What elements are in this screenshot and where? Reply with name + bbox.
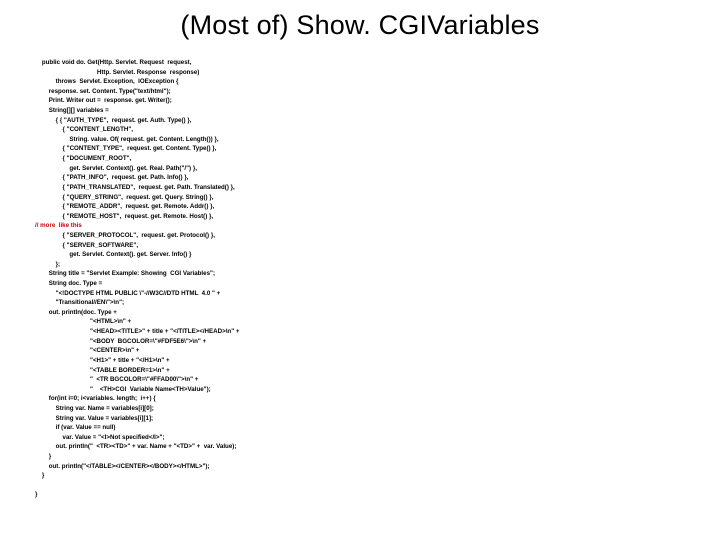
slide-title: (Most of) Show. CGIVariables (0, 10, 720, 41)
code-line: String var. Name = variables[i][0]; (35, 405, 154, 412)
code-line: for(int i=0; i<variables. length; i++) { (35, 395, 156, 402)
code-line: String var. Value = variables[i][1]; (35, 415, 153, 422)
code-line: // more like this (35, 222, 82, 229)
code-line: } (35, 453, 51, 460)
code-line: String doc. Type = (35, 280, 102, 287)
code-line: }; (35, 261, 60, 268)
code-line: out. println(doc. Type + (35, 309, 117, 316)
code-line: { "SERVER_PROTOCOL", request. get. Proto… (35, 232, 215, 239)
code-line: if (var. Value == null) (35, 424, 115, 431)
code-line: "Transitional//EN\">\n"; (35, 299, 124, 306)
code-line: throws Servlet. Exception, IOException { (35, 78, 178, 85)
code-line: out. println("</TABLE></CENTER></BODY></… (35, 463, 210, 470)
code-line: String title = "Servlet Example: Showing… (35, 270, 215, 277)
code-line: String. value. Of( request. get. Content… (35, 136, 219, 143)
code-line: get. Servlet. Context(). get. Server. In… (35, 251, 191, 258)
code-line: "<HEAD><TITLE>" + title + "</TITLE></HEA… (35, 328, 239, 335)
code-line: "<H1>" + title + "</H1>\n" + (35, 357, 170, 364)
code-line: Print. Writer out = response. get. Write… (35, 97, 172, 104)
code-line: "<BODY BGCOLOR=\"#FDF5E6\">\n" + (35, 338, 206, 345)
code-line: { "SERVER_SOFTWARE", (35, 242, 138, 249)
code-line: String[][] variables = (35, 107, 109, 114)
code-line: { "CONTENT_TYPE", request. get. Content.… (35, 145, 216, 152)
code-line: Http. Servlet. Response response) (35, 69, 199, 76)
code-line: { "PATH_TRANSLATED", request. get. Path.… (35, 184, 235, 191)
code-line: "<!DOCTYPE HTML PUBLIC \"-//W3C//DTD HTM… (35, 290, 220, 297)
code-line: "<HTML>\n" + (35, 318, 131, 325)
code-line: var. Value = "<I>Not specified</I>"; (35, 434, 165, 441)
code-line: public void do. Get(Http. Servlet. Reque… (35, 59, 191, 66)
code-line: } (35, 491, 37, 498)
code-line: { "QUERY_STRING", request. get. Query. S… (35, 194, 213, 201)
code-line: " <TH>CGI Variable Name<TH>Value"); (35, 386, 211, 393)
code-line: get. Servlet. Context(). get. Real. Path… (35, 165, 197, 172)
code-line: response. set. Content. Type("text/html"… (35, 88, 171, 95)
code-line: } (35, 472, 44, 479)
code-line: "<TABLE BORDER=1>\n" + (35, 367, 170, 374)
code-line: { "CONTENT_LENGTH", (35, 126, 133, 133)
code-line: "<CENTER>\n" + (35, 347, 139, 354)
code-line: { "PATH_INFO", request. get. Path. Info(… (35, 174, 188, 181)
code-line: { "REMOTE_ADDR", request. get. Remote. A… (35, 203, 214, 210)
code-line: { "REMOTE_HOST", request. get. Remote. H… (35, 213, 213, 220)
code-line: { "DOCUMENT_ROOT", (35, 155, 131, 162)
code-line: out. println(" <TR><TD>" + var. Name + "… (35, 443, 236, 450)
code-line: " <TR BGCOLOR=\"#FFAD00\">\n" + (35, 376, 198, 383)
slide: (Most of) Show. CGIVariables public void… (0, 0, 720, 540)
code-line: { { "AUTH_TYPE", request. get. Auth. Typ… (35, 117, 191, 124)
code-block: public void do. Get(Http. Servlet. Reque… (35, 58, 705, 500)
